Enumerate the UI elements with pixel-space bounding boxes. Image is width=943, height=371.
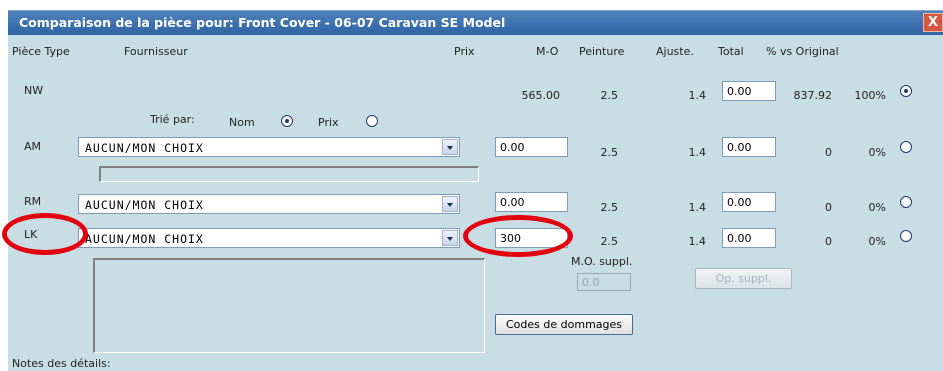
rm-peinture-value: 2.5 bbox=[600, 201, 619, 214]
sort-prix-label: Prix bbox=[318, 116, 339, 129]
nw-select-radio[interactable] bbox=[900, 85, 912, 97]
am-peinture-value: 2.5 bbox=[600, 146, 619, 159]
title-bar[interactable]: Comparaison de la pièce pour: Front Cove… bbox=[8, 10, 943, 35]
sort-nom-radio[interactable] bbox=[281, 115, 293, 127]
codes-dommages-button[interactable]: Codes de dommages bbox=[495, 314, 633, 335]
nw-peinture-value: 2.5 bbox=[600, 89, 619, 102]
am-prix-input[interactable]: 0.00 bbox=[495, 137, 568, 157]
rm-pct-value: 0% bbox=[868, 201, 886, 214]
rm-select-radio[interactable] bbox=[900, 196, 912, 208]
nw-total-input[interactable]: 0.00 bbox=[722, 81, 776, 101]
row-type-nw: NW bbox=[24, 84, 44, 97]
am-detail-field[interactable] bbox=[99, 166, 479, 182]
rm-supplier-dropdown[interactable]: AUCUN/MON CHOIX bbox=[78, 194, 460, 214]
rm-amount-value: 0 bbox=[825, 201, 832, 214]
header-prix: Prix bbox=[454, 45, 475, 58]
header-mo: M-O bbox=[536, 45, 559, 58]
header-fournisseur: Fournisseur bbox=[124, 45, 188, 58]
lk-pct-value: 0% bbox=[868, 235, 886, 248]
header-piece-type: Pièce Type bbox=[12, 45, 70, 58]
rm-supplier-value: AUCUN/MON CHOIX bbox=[85, 198, 204, 212]
chevron-down-icon[interactable] bbox=[442, 196, 458, 212]
am-pct-value: 0% bbox=[868, 146, 886, 159]
am-supplier-dropdown[interactable]: AUCUN/MON CHOIX bbox=[78, 137, 460, 157]
header-peinture: Peinture bbox=[579, 45, 625, 58]
am-select-radio[interactable] bbox=[900, 141, 912, 153]
lk-detail-area[interactable] bbox=[93, 258, 485, 353]
sort-nom-label: Nom bbox=[229, 116, 255, 129]
lk-peinture-value: 2.5 bbox=[600, 235, 619, 248]
chevron-down-icon[interactable] bbox=[442, 139, 458, 155]
am-supplier-value: AUCUN/MON CHOIX bbox=[85, 141, 204, 155]
lk-ajuste-value: 1.4 bbox=[688, 235, 707, 248]
sort-prix-radio[interactable] bbox=[366, 115, 378, 127]
nw-amount-value: 837.92 bbox=[793, 89, 833, 102]
am-ajuste-value: 1.4 bbox=[688, 146, 707, 159]
chevron-down-icon[interactable] bbox=[442, 230, 458, 246]
row-type-rm: RM bbox=[24, 195, 42, 208]
header-ajuste: Ajuste. bbox=[656, 45, 694, 58]
lk-supplier-dropdown[interactable]: AUCUN/MON CHOIX bbox=[78, 228, 460, 248]
window-title: Comparaison de la pièce pour: Front Cove… bbox=[19, 15, 506, 30]
op-suppl-button[interactable]: Op. suppl. bbox=[695, 268, 792, 289]
mo-suppl-input[interactable]: 0.0 bbox=[577, 273, 631, 291]
close-button[interactable]: X bbox=[923, 13, 943, 32]
row-type-am: AM bbox=[24, 140, 42, 153]
sort-label: Trié par: bbox=[150, 113, 195, 126]
lk-supplier-value: AUCUN/MON CHOIX bbox=[85, 232, 204, 246]
rm-prix-input[interactable]: 0.00 bbox=[495, 192, 568, 212]
header-vs-original: % vs Original bbox=[766, 45, 839, 58]
notes-label: Notes des détails: bbox=[12, 357, 111, 370]
lk-price-highlight-ring bbox=[463, 215, 573, 257]
nw-ajuste-value: 1.4 bbox=[688, 89, 707, 102]
mo-suppl-label: M.O. suppl. bbox=[571, 255, 633, 268]
am-amount-value: 0 bbox=[825, 146, 832, 159]
header-total: Total bbox=[718, 45, 744, 58]
lk-select-radio[interactable] bbox=[900, 230, 912, 242]
lk-amount-value: 0 bbox=[825, 235, 832, 248]
lk-total-input[interactable]: 0.00 bbox=[722, 228, 776, 248]
dialog-window: Comparaison de la pièce pour: Front Cove… bbox=[2, 10, 943, 371]
rm-ajuste-value: 1.4 bbox=[688, 201, 707, 214]
nw-pct-value: 100% bbox=[854, 89, 886, 102]
nw-mo-value: 565.00 bbox=[521, 89, 561, 102]
rm-total-input[interactable]: 0.00 bbox=[722, 192, 776, 212]
am-total-input[interactable]: 0.00 bbox=[722, 137, 776, 157]
lk-type-highlight-ring bbox=[2, 213, 88, 255]
